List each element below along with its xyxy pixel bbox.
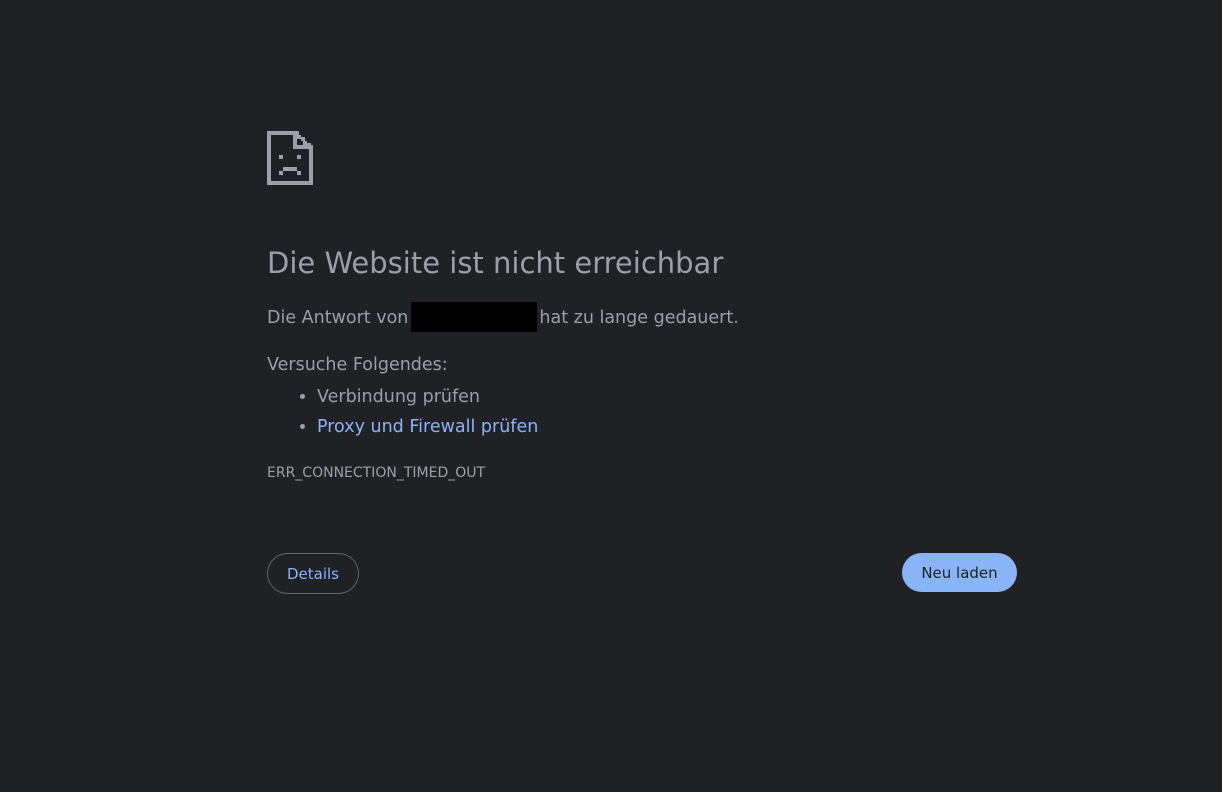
error-summary: Die Antwort von hat zu lange gedauert. [267,302,739,333]
reload-button[interactable]: Neu laden [902,553,1017,592]
summary-suffix: hat zu lange gedauert. [539,308,739,328]
suggestions-heading: Versuche Folgendes: [267,355,448,375]
summary-prefix: Die Antwort von [267,308,409,328]
suggestion-item-check-connection: Verbindung prüfen [317,382,538,412]
suggestion-item-check-proxy-firewall: Proxy und Firewall prüfen [317,412,538,442]
page-title: Die Website ist nicht erreichbar [267,246,724,280]
proxy-firewall-link[interactable]: Proxy und Firewall prüfen [317,417,538,437]
suggestions-list: Verbindung prüfen Proxy und Firewall prü… [267,382,538,442]
details-button[interactable]: Details [267,553,359,594]
suggestion-label: Verbindung prüfen [317,387,481,407]
sad-page-icon [267,131,313,185]
error-page: Die Website ist nicht erreichbar Die Ant… [0,0,1222,792]
redacted-hostname [411,302,538,332]
error-code: ERR_CONNECTION_TIMED_OUT [267,465,486,481]
